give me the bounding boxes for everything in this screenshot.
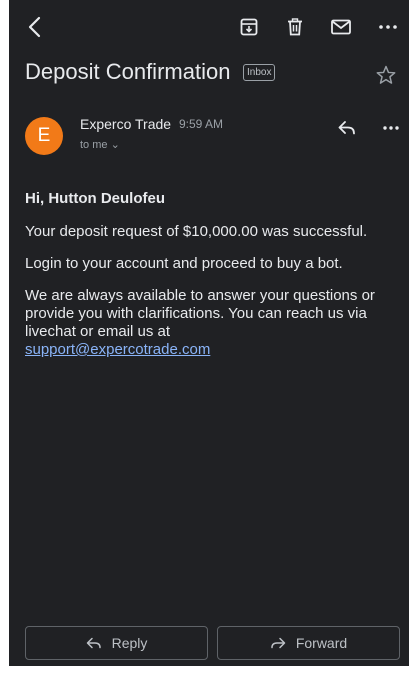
more-icon[interactable]	[374, 13, 402, 41]
email-body: Hi, Hutton Deulofeu Your deposit request…	[25, 190, 403, 373]
mark-unread-icon[interactable]	[327, 13, 355, 41]
inbox-label[interactable]: Inbox	[243, 64, 276, 81]
email-subject: Deposit Confirmation	[25, 59, 231, 84]
body-paragraph-1: Your deposit request of $10,000.00 was s…	[25, 223, 368, 240]
reply-button[interactable]: Reply	[25, 626, 208, 660]
support-email-link[interactable]: support@expercotrade.com	[25, 341, 210, 358]
forward-label: Forward	[295, 635, 348, 651]
sender-more-icon[interactable]	[379, 116, 403, 140]
reply-arrow-icon	[86, 637, 102, 649]
greeting: Hi, Hutton Deulofeu	[25, 190, 165, 207]
body-paragraph-2: Login to your account and proceed to buy…	[25, 255, 343, 272]
top-toolbar	[9, 0, 409, 54]
reply-icon[interactable]	[335, 116, 359, 140]
forward-arrow-icon	[270, 637, 286, 649]
sender-avatar[interactable]: E	[25, 117, 63, 155]
recipient-details[interactable]: to me ⌄	[80, 138, 120, 151]
email-screen: Deposit Confirmation Inbox E Experco Tra…	[9, 0, 409, 666]
delete-icon[interactable]	[281, 13, 309, 41]
star-icon[interactable]	[375, 64, 397, 86]
sender-name: Experco Trade	[80, 116, 172, 132]
body-paragraph-3: We are always available to answer your q…	[25, 287, 403, 359]
archive-icon[interactable]	[235, 13, 263, 41]
reply-label: Reply	[111, 635, 148, 651]
body-paragraph-3-text: We are always available to answer your q…	[25, 287, 375, 340]
subject-row: Deposit Confirmation Inbox	[25, 58, 397, 92]
back-icon[interactable]	[21, 13, 49, 41]
email-time: 9:59 AM	[179, 117, 224, 131]
forward-button[interactable]: Forward	[217, 626, 400, 660]
